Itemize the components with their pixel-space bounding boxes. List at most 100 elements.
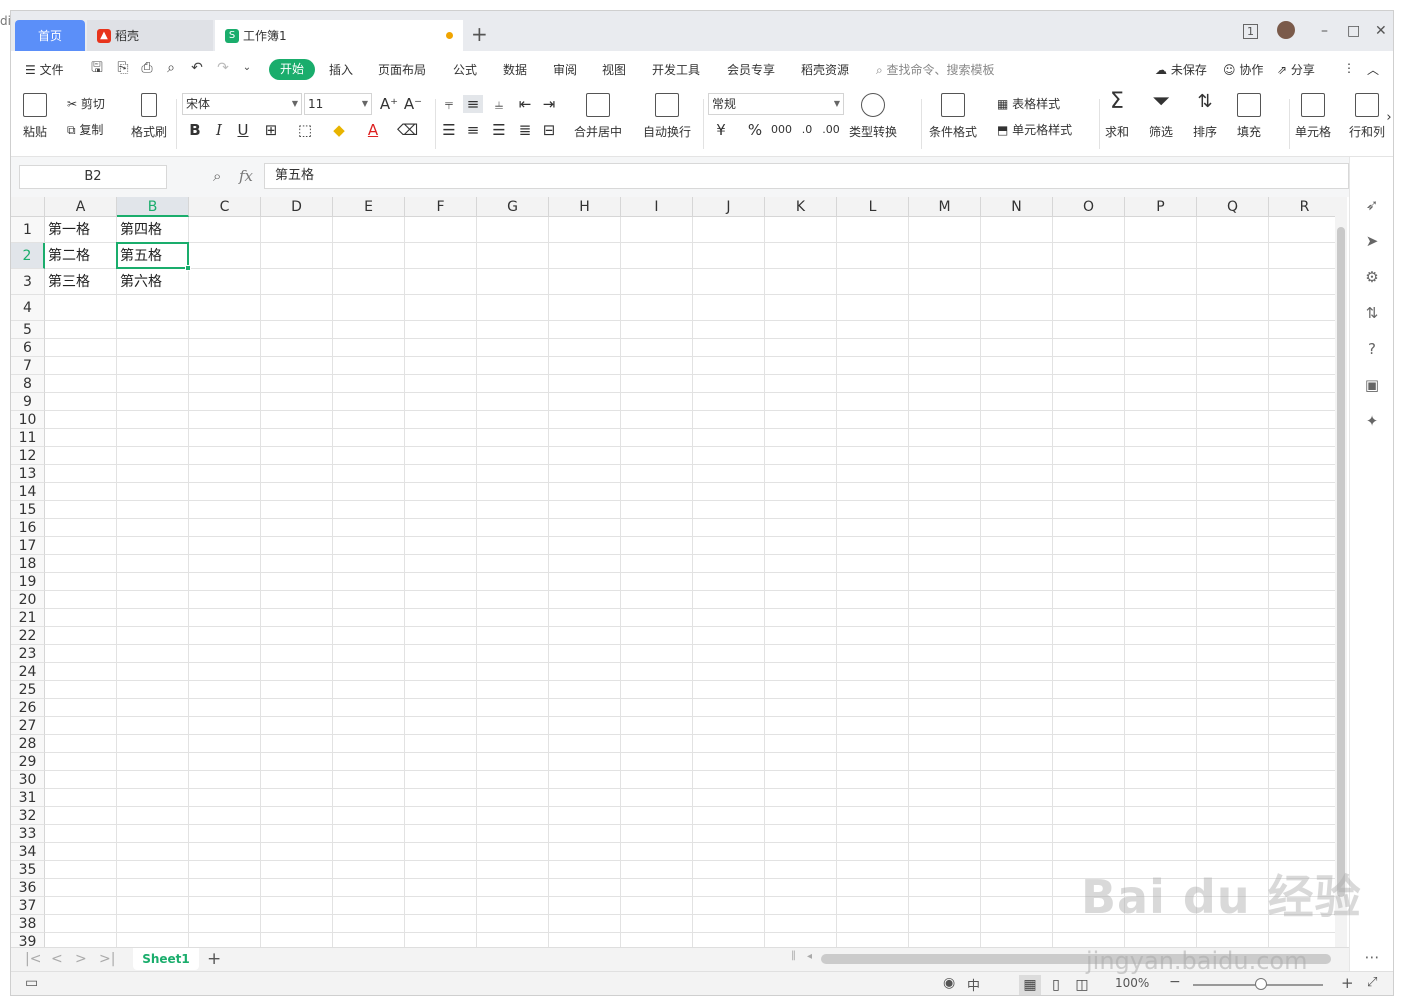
fill-handle[interactable] [185,265,191,271]
row-header[interactable]: 8 [11,375,45,393]
table-style-button[interactable]: ▦ 表格样式 [997,95,1060,112]
column-header[interactable]: K [765,197,837,217]
font-name-select[interactable]: 宋体 ▼ [182,93,302,115]
vertical-scrollbar[interactable] [1335,197,1347,947]
formula-input[interactable]: 第五格 [264,163,1349,189]
increase-decimal-icon[interactable]: .0 [797,121,817,139]
row-header[interactable]: 11 [11,429,45,447]
column-header[interactable]: H [549,197,621,217]
column-header[interactable]: D [261,197,333,217]
prev-sheet-icon[interactable]: < [51,951,63,967]
ribbon-scroll-right-icon[interactable]: › [1379,109,1393,127]
fill-button[interactable]: 填充 [1237,93,1261,140]
row-header[interactable]: 27 [11,717,45,735]
scroll-left-icon[interactable]: ◂ [807,951,812,962]
magnifier-icon[interactable]: ⌕ [213,167,221,185]
row-header[interactable]: 19 [11,573,45,591]
fill-color-icon[interactable]: ◆ [329,121,349,139]
italic-icon[interactable]: I [209,121,229,139]
page-layout-view-icon[interactable]: ▯ [1045,975,1067,995]
column-header[interactable]: P [1125,197,1197,217]
sum-button[interactable]: Σ 求和 [1105,91,1129,140]
command-search[interactable]: ⌕ 查找命令、搜索模板 [876,61,995,78]
cell-b3[interactable]: 第六格 [117,269,162,295]
save-icon[interactable]: 🖫 [89,60,105,76]
tab-home[interactable]: 首页 [15,20,85,51]
row-header[interactable]: 39 [11,933,45,947]
cell-a2[interactable]: 第二格 [45,243,90,269]
tab-daoke[interactable]: ▲ 稻壳 [87,20,213,51]
add-sheet-button[interactable]: + [207,949,221,969]
align-left-icon[interactable]: ☰ [439,121,459,139]
new-tab-button[interactable]: + [471,24,488,44]
row-header[interactable]: 17 [11,537,45,555]
percent-icon[interactable]: % [745,121,765,139]
eye-protect-icon[interactable]: ◉ [943,975,955,991]
row-header[interactable]: 18 [11,555,45,573]
tab-review[interactable]: 审阅 [553,61,577,78]
zoom-level[interactable]: 100% [1115,976,1149,990]
row-header[interactable]: 2 [11,243,45,269]
row-header[interactable]: 29 [11,753,45,771]
merge-center-button[interactable]: 合并居中 [574,93,622,140]
sort-button[interactable]: ⇅ 排序 [1193,93,1217,140]
row-header[interactable]: 35 [11,861,45,879]
row-header[interactable]: 12 [11,447,45,465]
copy-button[interactable]: ⧉ 复制 [67,121,103,138]
row-header[interactable]: 21 [11,609,45,627]
fill-pattern-icon[interactable]: ⬚ [295,121,315,139]
align-top-icon[interactable]: ⫧ [439,95,459,113]
row-header[interactable]: 4 [11,295,45,321]
collapse-ribbon-icon[interactable]: ︿ [1367,61,1379,78]
row-header[interactable]: 13 [11,465,45,483]
spreadsheet-grid[interactable]: A B C D E F G H I J K L M N O P Q R 1 2 3 4 5 6 7 8 9 10 11 12 13 14 15 1… [11,197,1345,947]
export-pdf-icon[interactable]: ⎘ [115,60,131,76]
row-header[interactable]: 37 [11,897,45,915]
indent-decrease-icon[interactable]: ⇤ [515,95,535,113]
cut-button[interactable]: ✂ 剪切 [67,95,105,112]
macro-record-icon[interactable]: ▭ [25,975,38,991]
page-break-view-icon[interactable]: ◫ [1071,975,1093,995]
eraser-icon[interactable]: ⌫ [397,121,418,139]
row-header[interactable]: 24 [11,663,45,681]
row-header[interactable]: 6 [11,339,45,357]
distributed-icon[interactable]: ⊟ [539,121,559,139]
tab-daoke-resources[interactable]: 稻壳资源 [801,61,849,78]
font-grow-icon[interactable]: A⁺ [379,95,399,113]
column-header[interactable]: L [837,197,909,217]
column-header[interactable]: J [693,197,765,217]
row-header[interactable]: 14 [11,483,45,501]
rocket-icon[interactable]: ➶ [1362,195,1382,215]
tab-start[interactable]: 开始 [269,59,315,80]
bold-icon[interactable]: B [185,121,205,139]
normal-view-icon[interactable]: ▦ [1019,975,1041,995]
name-box[interactable]: B2 [19,165,167,189]
row-header[interactable]: 1 [11,217,45,243]
unsaved-status[interactable]: ☁ 未保存 [1155,61,1207,78]
more-dropdown-icon[interactable]: ⌄ [239,60,255,76]
align-center-icon[interactable]: ≡ [463,121,483,139]
row-header[interactable]: 33 [11,825,45,843]
decrease-decimal-icon[interactable]: .00 [821,121,841,139]
tab-member[interactable]: 会员专享 [727,61,775,78]
vertical-scroll-thumb[interactable] [1337,227,1345,897]
zoom-out-icon[interactable]: − [1169,974,1181,990]
row-header[interactable]: 15 [11,501,45,519]
row-header[interactable]: 5 [11,321,45,339]
last-sheet-icon[interactable]: >| [99,951,115,967]
close-icon[interactable]: ✕ [1375,23,1387,39]
row-header[interactable]: 3 [11,269,45,295]
type-convert-button[interactable]: 类型转换 [849,93,897,140]
row-header[interactable]: 20 [11,591,45,609]
column-header[interactable]: R [1269,197,1341,217]
column-header[interactable]: N [981,197,1053,217]
more-icon[interactable]: ⋮ [1343,61,1355,75]
share-button[interactable]: ⇗ 分享 [1277,61,1315,78]
row-header[interactable]: 31 [11,789,45,807]
column-header[interactable]: I [621,197,693,217]
tab-developer[interactable]: 开发工具 [652,61,700,78]
cursor-icon[interactable]: ➤ [1362,231,1382,251]
cell-a3[interactable]: 第三格 [45,269,90,295]
cell-style-button[interactable]: ⬒ 单元格样式 [997,121,1072,138]
row-header[interactable]: 7 [11,357,45,375]
